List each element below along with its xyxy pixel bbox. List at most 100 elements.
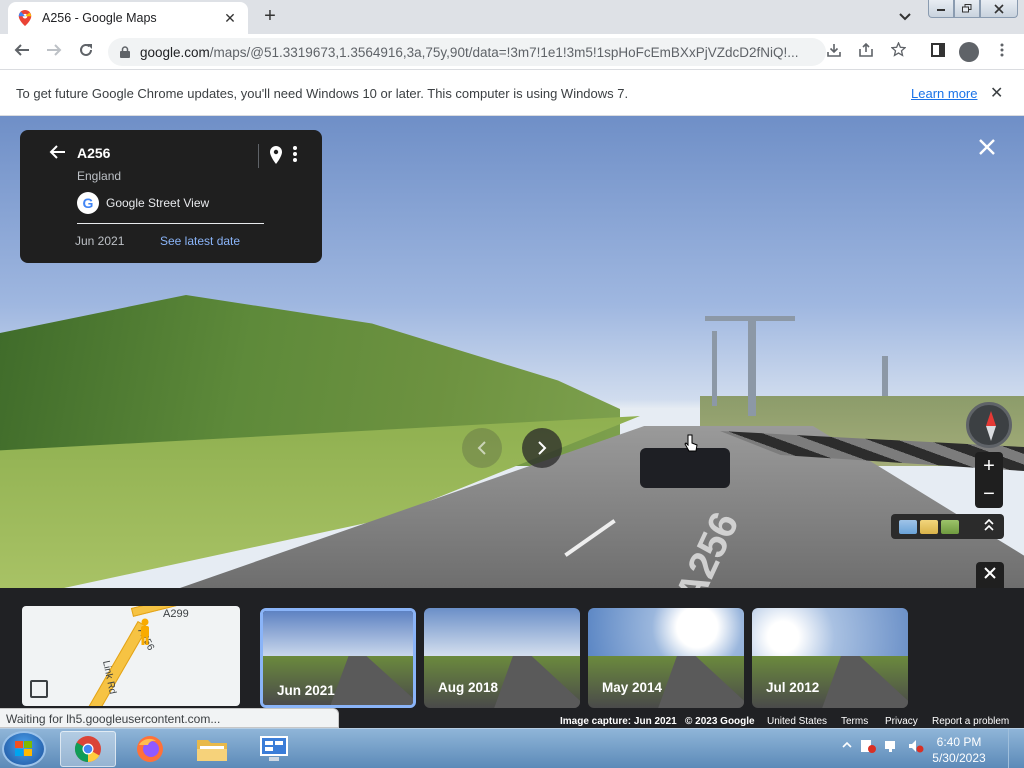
tab-title: A256 - Google Maps bbox=[42, 11, 157, 25]
star-icon[interactable] bbox=[888, 41, 908, 62]
lamp-post bbox=[882, 356, 888, 396]
timeline-thumb-jun-2021[interactable]: Jun 2021 bbox=[260, 608, 416, 708]
capture-date[interactable]: Jun 2021 bbox=[75, 234, 124, 248]
taskbar-control-panel[interactable] bbox=[246, 731, 302, 767]
country-link[interactable]: United States bbox=[767, 716, 827, 727]
infobar-close-icon[interactable]: ✕ bbox=[990, 83, 1003, 103]
place-title: A256 bbox=[77, 145, 111, 161]
previous-image-button[interactable] bbox=[462, 428, 502, 468]
tab-search-icon[interactable] bbox=[895, 7, 915, 27]
back-arrow-icon[interactable] bbox=[10, 40, 34, 64]
hand-cursor-icon bbox=[684, 434, 698, 452]
action-center-icon[interactable] bbox=[860, 739, 876, 753]
close-timeline-icon[interactable] bbox=[976, 562, 1004, 588]
system-tray bbox=[842, 739, 924, 753]
firefox-icon bbox=[137, 736, 163, 762]
compass-south-needle bbox=[986, 426, 996, 441]
location-pin-icon[interactable] bbox=[270, 146, 282, 164]
status-bubble: Waiting for lh5.googleusercontent.com... bbox=[0, 708, 339, 728]
image-capture-label: Image capture: Jun 2021 bbox=[560, 716, 677, 727]
more-options-icon[interactable] bbox=[293, 145, 297, 163]
clock-time: 6:40 PM bbox=[936, 735, 982, 749]
zoom-in-button[interactable]: + bbox=[975, 452, 1003, 480]
browser-toolbar: google.com/maps/@51.3319673,1.3564916,3a… bbox=[0, 34, 1024, 70]
volume-muted-icon[interactable] bbox=[908, 739, 924, 753]
thumb-date-label: Jun 2021 bbox=[277, 683, 335, 698]
url-text[interactable]: google.com/maps/@51.3319673,1.3564916,3a… bbox=[140, 45, 798, 60]
minimize-button[interactable] bbox=[928, 0, 954, 18]
place-region: England bbox=[77, 169, 122, 183]
timeline-thumb-may-2014[interactable]: May 2014 bbox=[588, 608, 744, 708]
restore-button[interactable] bbox=[954, 0, 980, 18]
install-icon[interactable] bbox=[824, 42, 844, 62]
new-tab-button[interactable]: + bbox=[258, 4, 282, 28]
layers-switcher[interactable] bbox=[891, 514, 1004, 539]
window-close-button[interactable] bbox=[980, 0, 1018, 18]
control-panel-icon bbox=[260, 736, 288, 761]
lock-icon[interactable] bbox=[120, 46, 130, 58]
taskbar-explorer[interactable] bbox=[184, 731, 240, 767]
tab-google-maps[interactable]: A256 - Google Maps ✕ bbox=[8, 2, 248, 34]
pegman-icon[interactable] bbox=[138, 618, 152, 646]
compass-icon[interactable] bbox=[966, 402, 1012, 448]
maps-favicon-icon bbox=[18, 10, 32, 26]
car bbox=[640, 448, 730, 488]
start-button[interactable] bbox=[2, 731, 46, 767]
report-problem-link[interactable]: Report a problem bbox=[932, 716, 1009, 727]
show-hidden-icons-icon[interactable] bbox=[842, 739, 852, 751]
windows-taskbar: 6:40 PM 5/30/2023 bbox=[0, 728, 1024, 768]
lamp-post bbox=[748, 316, 756, 416]
back-arrow-icon[interactable] bbox=[48, 144, 66, 165]
layer-thumb[interactable] bbox=[899, 519, 917, 534]
forward-arrow-icon[interactable] bbox=[42, 40, 66, 64]
share-icon[interactable] bbox=[856, 42, 876, 62]
folder-icon bbox=[197, 740, 227, 761]
zoom-controls: + − bbox=[975, 452, 1003, 508]
infobar-message: To get future Google Chrome updates, you… bbox=[16, 86, 629, 101]
see-latest-date-link[interactable]: See latest date bbox=[160, 234, 240, 248]
expand-chevron-icon[interactable] bbox=[984, 518, 994, 534]
source-label: Google Street View bbox=[106, 196, 210, 210]
divider bbox=[258, 144, 259, 168]
screen: A256 - Google Maps ✕ + google.com/maps/@… bbox=[0, 0, 1024, 768]
clock-date: 5/30/2023 bbox=[932, 751, 986, 765]
privacy-link[interactable]: Privacy bbox=[885, 716, 918, 727]
copyright-label: © 2023 Google bbox=[685, 716, 755, 727]
fullscreen-icon[interactable] bbox=[30, 680, 48, 698]
terms-link[interactable]: Terms bbox=[841, 716, 868, 727]
profile-icon[interactable] bbox=[959, 42, 979, 62]
reload-icon[interactable] bbox=[74, 40, 98, 64]
thumb-date-label: Jul 2012 bbox=[766, 680, 820, 695]
thumb-date-label: Aug 2018 bbox=[438, 680, 499, 695]
side-panel-icon[interactable] bbox=[928, 42, 948, 62]
zoom-out-button[interactable]: − bbox=[975, 480, 1003, 508]
tab-strip: A256 - Google Maps ✕ + bbox=[0, 0, 1024, 34]
mini-map[interactable]: A299 A256 Link Rd bbox=[22, 606, 240, 706]
thumb-date-label: May 2014 bbox=[602, 680, 663, 695]
lamp-post bbox=[712, 331, 717, 406]
close-street-view-icon[interactable] bbox=[978, 136, 996, 162]
google-logo-icon: G bbox=[77, 192, 99, 214]
learn-more-link[interactable]: Learn more bbox=[911, 86, 977, 101]
update-infobar: To get future Google Chrome updates, you… bbox=[0, 70, 1024, 116]
timeline-thumb-aug-2018[interactable]: Aug 2018 bbox=[424, 608, 580, 708]
tab-close-icon[interactable]: ✕ bbox=[222, 10, 238, 27]
compass-north-needle bbox=[986, 411, 996, 426]
taskbar-chrome[interactable] bbox=[60, 731, 116, 767]
taskbar-firefox[interactable] bbox=[122, 731, 178, 767]
address-bar[interactable]: google.com/maps/@51.3319673,1.3564916,3a… bbox=[108, 38, 826, 66]
kebab-menu-icon[interactable] bbox=[992, 42, 1012, 62]
divider bbox=[77, 223, 264, 224]
street-view-info-card: A256 England G Google Street View Jun 20… bbox=[20, 130, 322, 263]
show-desktop-button[interactable] bbox=[1008, 729, 1024, 768]
windows-logo-icon bbox=[15, 741, 32, 756]
chrome-icon bbox=[74, 736, 101, 763]
clock[interactable]: 6:40 PM 5/30/2023 bbox=[924, 734, 994, 766]
layer-thumb[interactable] bbox=[941, 519, 959, 534]
lamp-arm bbox=[705, 316, 795, 321]
next-image-button[interactable] bbox=[522, 428, 562, 468]
network-icon[interactable] bbox=[884, 739, 900, 753]
layer-thumb[interactable] bbox=[920, 519, 938, 534]
road-label: A299 bbox=[163, 608, 189, 620]
timeline-thumb-jul-2012[interactable]: Jul 2012 bbox=[752, 608, 908, 708]
